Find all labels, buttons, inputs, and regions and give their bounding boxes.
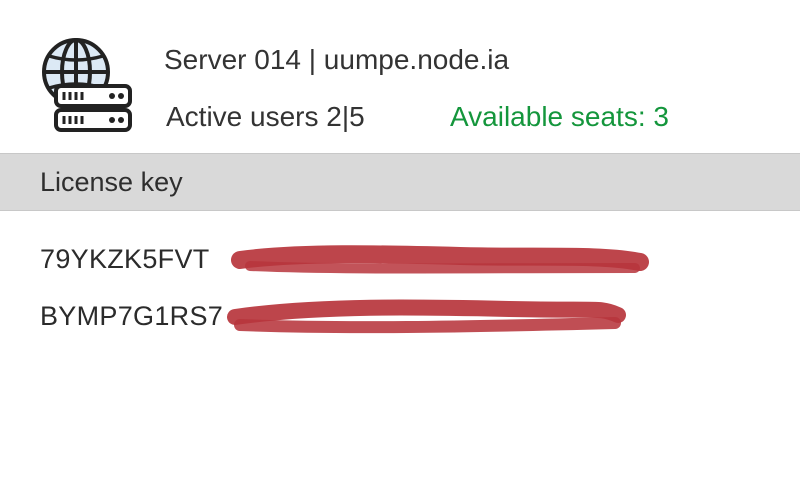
license-key-text[interactable]: 79YKZK5FVT [40, 244, 210, 275]
active-users-count: Active users 2|5 [166, 101, 365, 132]
server-title: Server 014 | uumpe.node.ia [164, 44, 510, 75]
license-key-row[interactable]: BYMP7G1RS7 [40, 297, 680, 337]
server-header: Server 014 | uumpe.node.ia Active users … [0, 0, 800, 152]
available-seats-count: Available seats: 3 [450, 101, 669, 132]
section-title: License key [40, 167, 183, 197]
globe-server-icon [36, 36, 136, 136]
license-key-section-header: License key [0, 153, 800, 211]
license-key-text[interactable]: BYMP7G1RS7 [40, 301, 223, 332]
license-key-row[interactable]: 79YKZK5FVT [40, 240, 680, 280]
